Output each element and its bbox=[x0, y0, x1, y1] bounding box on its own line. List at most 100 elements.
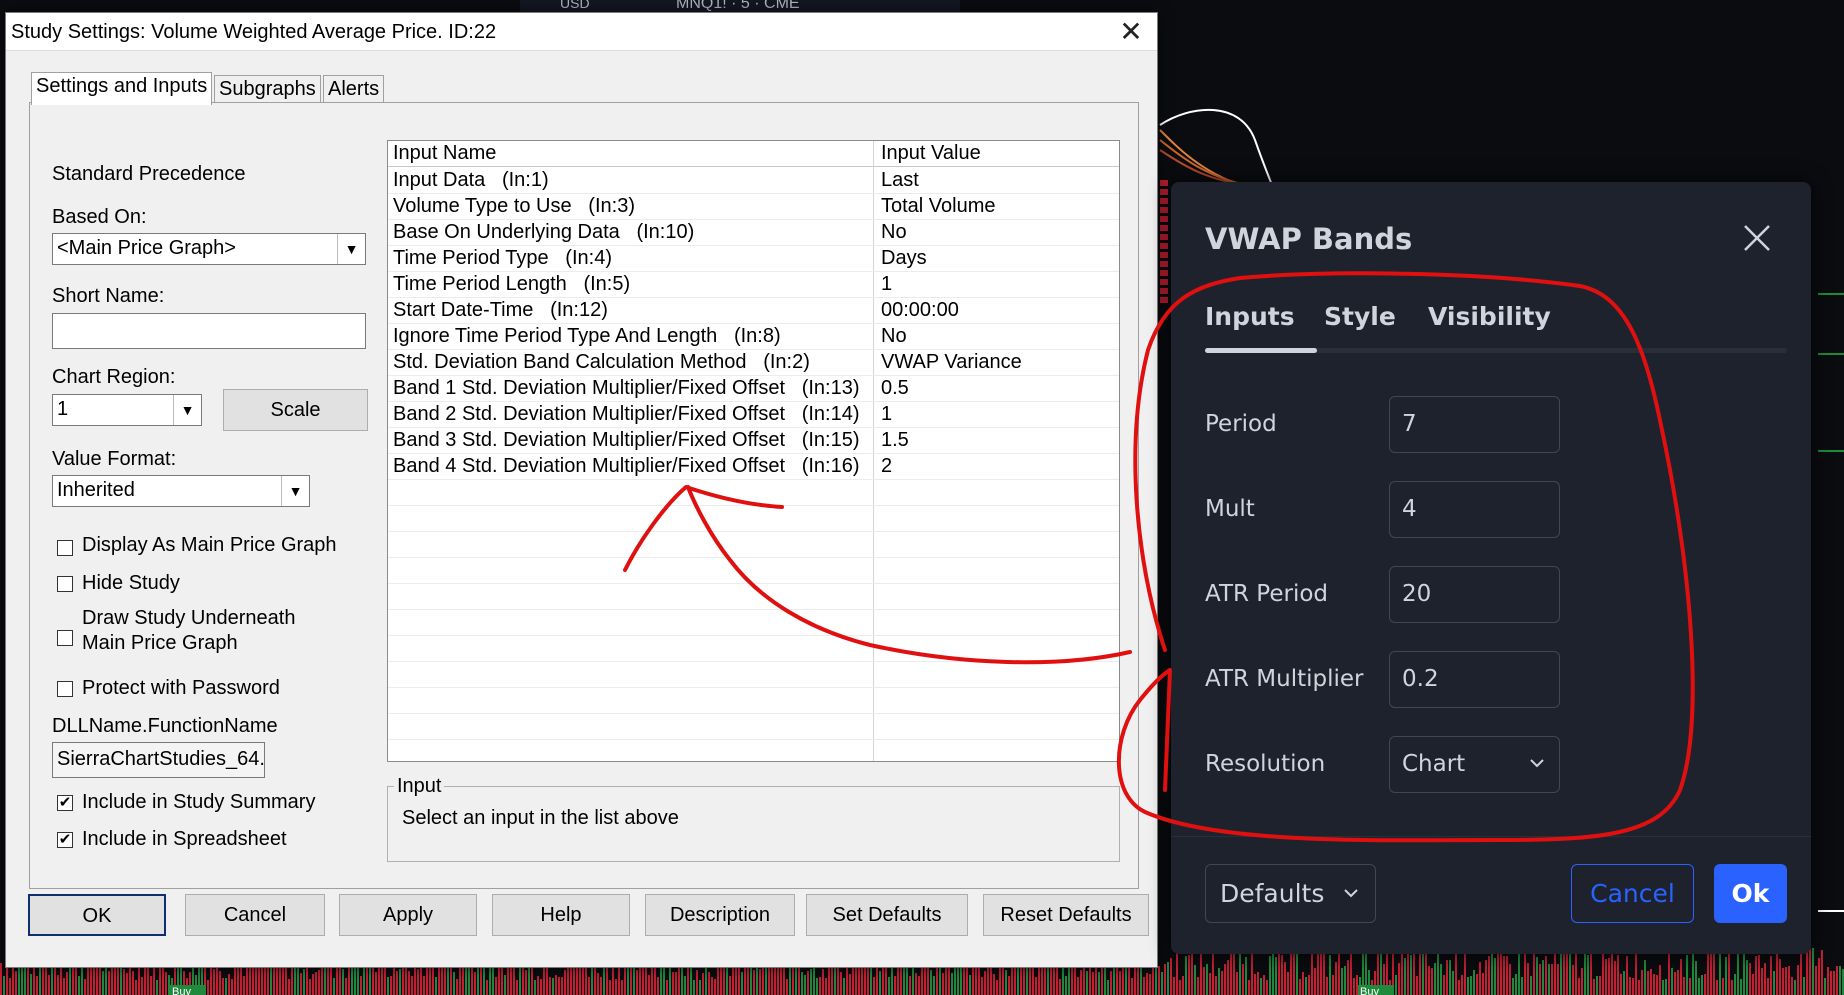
volume-bar bbox=[1758, 955, 1760, 995]
display-as-main-checkbox[interactable] bbox=[57, 540, 73, 556]
volume-bar bbox=[219, 971, 221, 995]
column-header-input-value[interactable]: Input Value bbox=[881, 142, 981, 165]
table-row[interactable]: Std. Deviation Band Calculation Method (… bbox=[388, 350, 1119, 376]
volume-bar bbox=[60, 968, 62, 995]
empty-table-row bbox=[388, 506, 1119, 532]
atr-multiplier-input[interactable]: 0.2 bbox=[1389, 651, 1560, 708]
tab-settings-and-inputs[interactable]: Settings and Inputs bbox=[31, 72, 213, 105]
tab-label: Settings and Inputs bbox=[36, 75, 208, 97]
close-icon[interactable] bbox=[1737, 218, 1777, 258]
ok-button[interactable]: Ok bbox=[1714, 864, 1787, 923]
short-name-input[interactable] bbox=[52, 313, 366, 349]
help-button[interactable]: Help bbox=[492, 894, 630, 936]
set-defaults-button[interactable]: Set Defaults bbox=[806, 894, 968, 936]
tab-subgraphs[interactable]: Subgraphs bbox=[214, 75, 321, 105]
defaults-dropdown[interactable]: Defaults bbox=[1205, 864, 1376, 923]
volume-bar bbox=[1059, 979, 1061, 995]
volume-bar bbox=[1509, 964, 1511, 995]
tab-style[interactable]: Style bbox=[1324, 302, 1396, 331]
resolution-select[interactable]: Chart bbox=[1389, 736, 1560, 793]
tab-inputs[interactable]: Inputs bbox=[1205, 302, 1295, 331]
volume-bar bbox=[1191, 947, 1193, 995]
cancel-button[interactable]: Cancel bbox=[185, 894, 325, 936]
tab-active-indicator bbox=[1205, 348, 1317, 353]
include-summary-label: Include in Study Summary bbox=[82, 791, 316, 813]
volume-bar bbox=[1494, 958, 1496, 995]
chart-region-select[interactable]: 1 ▼ bbox=[52, 394, 202, 426]
volume-bar bbox=[1269, 956, 1271, 995]
chevron-down-icon[interactable]: ▼ bbox=[281, 476, 309, 506]
volume-bar bbox=[555, 975, 557, 995]
mult-input[interactable]: 4 bbox=[1389, 481, 1560, 538]
tab-label: Subgraphs bbox=[219, 78, 316, 100]
volume-bar bbox=[1266, 980, 1268, 995]
volume-bar bbox=[1008, 976, 1010, 995]
volume-bar bbox=[1242, 964, 1244, 995]
cancel-button[interactable]: Cancel bbox=[1571, 864, 1694, 923]
chevron-down-icon[interactable]: ▼ bbox=[173, 395, 201, 425]
table-row[interactable]: Base On Underlying Data (In:10) No bbox=[388, 220, 1119, 246]
volume-bar bbox=[807, 971, 809, 995]
volume-bar bbox=[1719, 952, 1721, 995]
volume-bar bbox=[291, 964, 293, 995]
scale-button[interactable]: Scale bbox=[223, 389, 368, 431]
hide-study-checkbox[interactable] bbox=[57, 576, 73, 592]
close-icon[interactable]: ✕ bbox=[1113, 15, 1149, 49]
volume-bar bbox=[1551, 964, 1553, 995]
tab-alerts[interactable]: Alerts bbox=[323, 75, 385, 105]
apply-button[interactable]: Apply bbox=[339, 894, 477, 936]
table-row[interactable]: Volume Type to Use (In:3) Total Volume bbox=[388, 194, 1119, 220]
atr-period-input[interactable]: 20 bbox=[1389, 566, 1560, 623]
table-row[interactable]: Band 4 Std. Deviation Multiplier/Fixed O… bbox=[388, 454, 1119, 480]
input-table[interactable]: Input Name Input Value Input Data (In:1)… bbox=[387, 140, 1120, 762]
column-header-input-name[interactable]: Input Name bbox=[393, 142, 496, 165]
volume-bar bbox=[1569, 949, 1571, 995]
table-row[interactable]: Time Period Type (In:4) Days bbox=[388, 246, 1119, 272]
hide-study-label: Hide Study bbox=[82, 572, 180, 594]
volume-bar bbox=[408, 971, 410, 995]
chevron-down-icon[interactable]: ▼ bbox=[337, 234, 365, 264]
volume-bar bbox=[672, 972, 674, 995]
volume-bar bbox=[699, 980, 701, 995]
volume-bar bbox=[231, 979, 233, 995]
tab-visibility[interactable]: Visibility bbox=[1428, 302, 1551, 331]
resolution-label: Resolution bbox=[1205, 751, 1326, 777]
volume-bar bbox=[1728, 947, 1730, 995]
volume-bar bbox=[864, 967, 866, 995]
volume-bar bbox=[1428, 966, 1430, 995]
table-row[interactable]: Ignore Time Period Type And Length (In:8… bbox=[388, 324, 1119, 350]
table-row[interactable]: Band 2 Std. Deviation Multiplier/Fixed O… bbox=[388, 402, 1119, 428]
volume-bar bbox=[1317, 954, 1319, 995]
reset-defaults-button[interactable]: Reset Defaults bbox=[983, 894, 1149, 936]
volume-bar bbox=[1098, 972, 1100, 995]
volume-bar bbox=[804, 975, 806, 995]
volume-bar bbox=[342, 969, 344, 995]
table-row[interactable]: Band 3 Std. Deviation Multiplier/Fixed O… bbox=[388, 428, 1119, 454]
table-row[interactable]: Input Data (In:1) Last bbox=[388, 168, 1119, 194]
volume-bar bbox=[1692, 947, 1694, 995]
table-row[interactable]: Band 1 Std. Deviation Multiplier/Fixed O… bbox=[388, 376, 1119, 402]
volume-bar bbox=[504, 975, 506, 995]
draw-underneath-checkbox[interactable] bbox=[57, 630, 73, 646]
volume-bar bbox=[1605, 959, 1607, 995]
volume-bar bbox=[468, 964, 470, 995]
table-row[interactable]: Time Period Length (In:5) 1 bbox=[388, 272, 1119, 298]
volume-bar bbox=[822, 969, 824, 995]
include-spreadsheet-checkbox[interactable]: ✔ bbox=[57, 832, 73, 848]
include-summary-checkbox[interactable]: ✔ bbox=[57, 795, 73, 811]
volume-bar bbox=[1794, 980, 1796, 995]
period-input[interactable]: 7 bbox=[1389, 396, 1560, 453]
volume-bar bbox=[1779, 959, 1781, 995]
ok-button[interactable]: OK bbox=[28, 894, 166, 936]
value-format-select[interactable]: Inherited ▼ bbox=[52, 475, 310, 507]
table-row[interactable]: Start Date-Time (In:12) 00:00:00 bbox=[388, 298, 1119, 324]
volume-bar bbox=[318, 970, 320, 995]
protect-password-checkbox[interactable] bbox=[57, 681, 73, 697]
based-on-select[interactable]: <Main Price Graph> ▼ bbox=[52, 233, 366, 265]
description-button[interactable]: Description bbox=[645, 894, 795, 936]
dll-name-field[interactable]: SierraChartStudies_64. bbox=[52, 742, 265, 778]
volume-bar bbox=[1281, 955, 1283, 995]
volume-bar bbox=[1119, 971, 1121, 995]
volume-bar bbox=[693, 980, 695, 995]
volume-bar bbox=[1341, 968, 1343, 995]
